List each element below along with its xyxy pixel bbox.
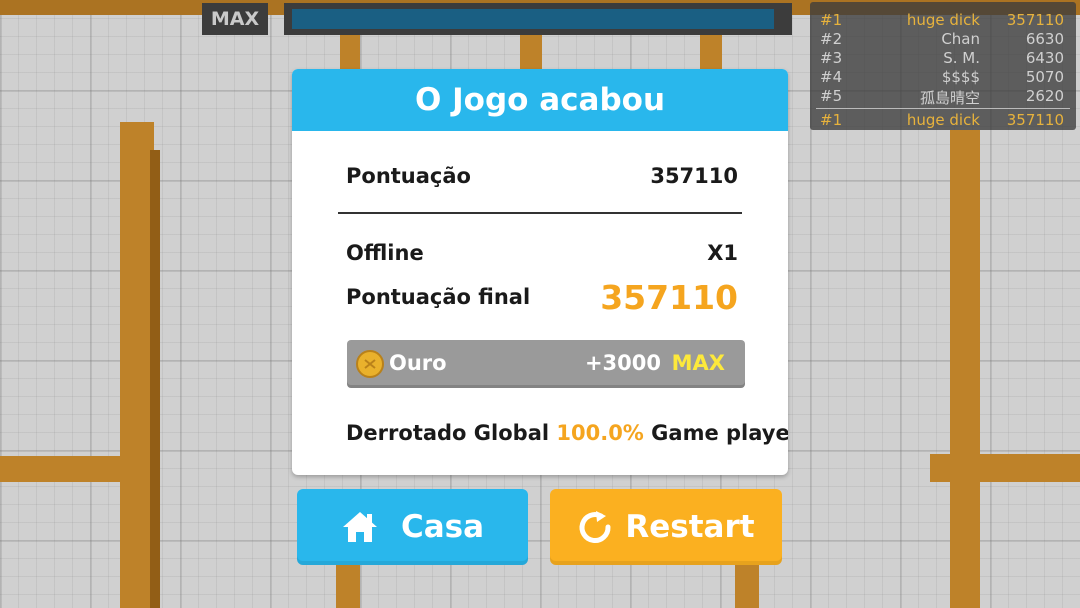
rank: #2 [820,30,843,48]
max-label: MAX [202,3,268,35]
player-score: 357110 [1006,11,1064,29]
leaderboard-row: #2 Chan 6630 [820,30,1064,49]
rank: #3 [820,49,843,67]
offline-label: Offline [346,241,424,265]
player-score: 6630 [1025,30,1064,48]
restart-icon [579,511,611,544]
gold-amount: +3000 [584,351,661,375]
coin-icon [356,350,384,378]
rank: #1 [820,111,843,129]
defeated-global-text: Derrotado Global 100.0% Game players [346,421,788,445]
gold-label: Ouro [389,351,447,375]
player-name: huge dick [906,111,980,129]
player-name: 孤島晴空 [919,89,980,107]
leaderboard: #1 huge dick 357110 #2 Chan 6630 #3 S. M… [810,2,1076,130]
restart-button[interactable]: Restart [550,489,782,565]
leaderboard-row: #4 $$$$ 5070 [820,68,1064,87]
player-score: 6430 [1025,49,1064,67]
player-score: 357110 [1006,111,1064,129]
score-label: Pontuação [346,164,471,188]
gold-reward: Ouro +3000 MAX [347,340,745,388]
defeated-prefix: Derrotado Global [346,421,550,445]
game-over-dialog: O Jogo acabou Pontuação 357110 Offline X… [292,69,788,475]
defeated-percent: 100.0% [556,421,644,445]
leaderboard-row: #3 S. M. 6430 [820,49,1064,68]
player-name: huge dick [906,11,980,29]
player-score: 2620 [1025,87,1064,105]
divider [338,212,742,214]
leaderboard-row: #1 huge dick 357110 [820,11,1064,30]
rank: #4 [820,68,843,86]
player-name: S. M. [943,49,980,67]
defeated-suffix: Game players [651,421,788,445]
final-score-row: Pontuação final 357110 [346,277,738,317]
player-name: $$$$ [941,68,980,86]
offline-row: Offline X1 [346,241,738,265]
gold-max-label: MAX [671,351,725,375]
leaderboard-self-row: #1 huge dick 357110 [820,111,1064,130]
rank: #5 [820,87,843,105]
progress-bar-fill [292,9,774,29]
home-icon [342,512,377,542]
final-score-value: 357110 [600,277,738,317]
player-name: Chan [941,30,980,48]
restart-button-label: Restart [625,509,755,545]
leaderboard-row: #5 孤島晴空 2620 [820,87,1064,107]
rank: #1 [820,11,843,29]
final-score-label: Pontuação final [346,285,531,309]
home-button[interactable]: Casa [297,489,528,565]
progress-bar [284,3,792,35]
offline-multiplier: X1 [707,241,738,265]
score-row: Pontuação 357110 [346,164,738,188]
player-score: 5070 [1025,68,1064,86]
score-value: 357110 [650,164,738,188]
leaderboard-divider [816,108,1070,109]
dialog-title: O Jogo acabou [292,69,788,131]
home-button-label: Casa [400,509,485,545]
